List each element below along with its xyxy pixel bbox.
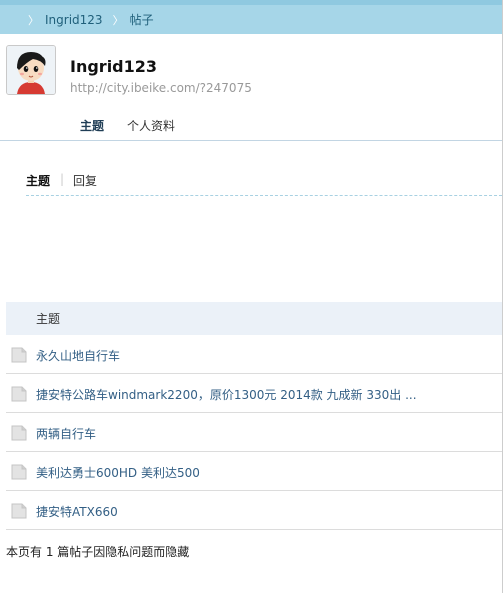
- post-title-link[interactable]: 捷安特ATX660: [36, 503, 118, 520]
- page-frame: 〉 Ingrid123 〉 帖子 Ingrid123 http://city.i…: [0, 0, 503, 593]
- post-title-link[interactable]: 美利达勇士600HD 美利达500: [36, 464, 200, 481]
- breadcrumb-label: Ingrid123: [45, 12, 103, 27]
- username: Ingrid123: [70, 57, 158, 76]
- post-title-link[interactable]: 捷安特公路车windmark2200，原价1300元 2014款 九成新 330…: [36, 386, 417, 403]
- avatar[interactable]: [6, 45, 56, 95]
- breadcrumb: 〉 Ingrid123 〉 帖子: [0, 5, 502, 34]
- subtab-divider: |: [60, 172, 65, 186]
- document-icon: [11, 347, 27, 363]
- post-title-link[interactable]: 两辆自行车: [36, 425, 96, 442]
- breadcrumb-label: 帖子: [129, 13, 154, 27]
- table-row[interactable]: 捷安特公路车windmark2200，原价1300元 2014款 九成新 330…: [6, 374, 502, 413]
- table-header: 主题: [6, 302, 502, 335]
- column-header-topic: 主题: [36, 312, 61, 326]
- document-icon: [11, 503, 27, 519]
- post-title-link[interactable]: 永久山地自行车: [36, 347, 120, 364]
- breadcrumb-item-user[interactable]: 〉 Ingrid123: [28, 12, 103, 28]
- chevron-right-icon: 〉: [112, 13, 124, 27]
- table-row[interactable]: 美利达勇士600HD 美利达500: [6, 452, 502, 491]
- document-icon: [11, 425, 27, 441]
- dashed-divider: [26, 195, 502, 196]
- table-row[interactable]: 永久山地自行车: [6, 335, 502, 374]
- profile-header: Ingrid123 http://city.ibeike.com/?247075: [0, 34, 502, 104]
- profile-tabs: 主题 个人资料: [0, 104, 502, 141]
- table-row[interactable]: 两辆自行车: [6, 413, 502, 452]
- breadcrumb-item-posts[interactable]: 〉 帖子: [113, 11, 154, 28]
- document-icon: [11, 464, 27, 480]
- posts-table: 主题 永久山地自行车 捷安特公路车windmark2200，原价1300元 20…: [6, 302, 502, 530]
- avatar-cartoon-icon: [7, 46, 55, 94]
- table-row[interactable]: 捷安特ATX660: [6, 491, 502, 530]
- tab-topics[interactable]: 主题: [80, 117, 104, 134]
- subtab-replies[interactable]: 回复: [73, 172, 97, 189]
- profile-url[interactable]: http://city.ibeike.com/?247075: [70, 81, 252, 95]
- tab-profile-info[interactable]: 个人资料: [127, 117, 175, 134]
- document-icon: [11, 386, 27, 402]
- chevron-right-icon: 〉: [28, 13, 39, 27]
- hidden-posts-note: 本页有 1 篇帖子因隐私问题而隐藏: [6, 545, 190, 559]
- subtab-topics[interactable]: 主题: [26, 172, 50, 189]
- sub-tabs: 主题 | 回复: [0, 141, 502, 196]
